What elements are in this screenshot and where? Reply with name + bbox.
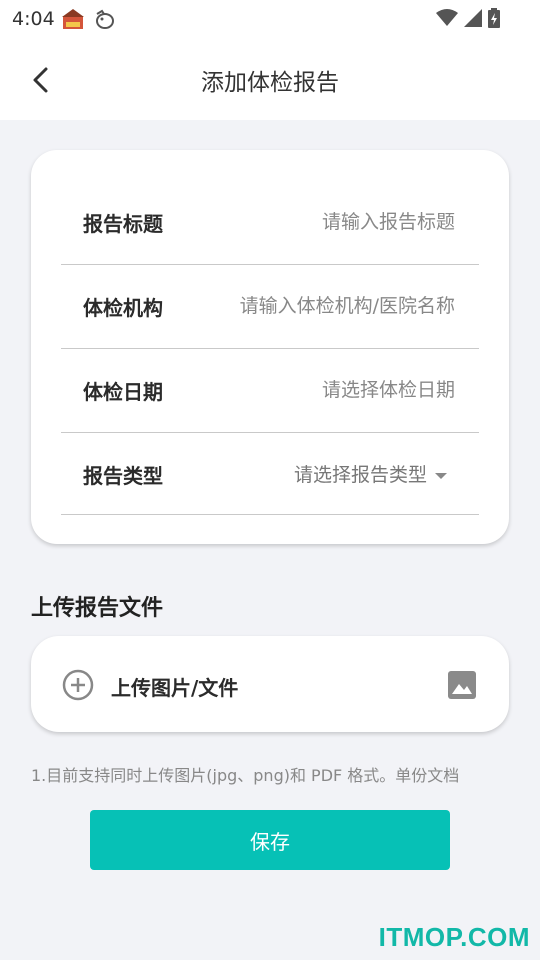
- save-button[interactable]: 保存: [90, 810, 450, 870]
- status-bar: 4:04: [0, 0, 540, 38]
- dropdown-arrow-icon[interactable]: [435, 473, 447, 479]
- exam-date-picker[interactable]: [183, 372, 457, 408]
- report-title-input[interactable]: [183, 204, 457, 240]
- report-type-select[interactable]: 请选择报告类型: [294, 460, 427, 487]
- bird-notification-icon: [94, 8, 116, 30]
- institution-row: 体检机构: [61, 264, 479, 349]
- status-time: 4:04: [12, 8, 55, 30]
- upload-section-title: 上传报告文件: [31, 596, 164, 621]
- image-icon[interactable]: [447, 670, 477, 700]
- wifi-icon: [436, 9, 458, 31]
- institution-input[interactable]: [183, 288, 457, 324]
- signal-icon: [464, 9, 482, 31]
- exam-date-label: 体检日期: [83, 380, 163, 404]
- page-title: 添加体检报告: [201, 70, 339, 96]
- upload-file-button[interactable]: 上传图片/文件: [31, 636, 509, 732]
- app-notification-icon: [62, 8, 84, 30]
- upload-button-label: 上传图片/文件: [111, 676, 239, 700]
- battery-charging-icon: [488, 8, 500, 32]
- app-bar: 添加体检报告: [0, 38, 540, 120]
- add-circle-icon[interactable]: [62, 669, 94, 701]
- watermark-logo: ITMOP.COM: [378, 922, 530, 952]
- report-title-row: 报告标题: [61, 180, 479, 265]
- report-type-row[interactable]: 报告类型 请选择报告类型: [61, 432, 479, 515]
- report-title-label: 报告标题: [83, 212, 163, 236]
- upload-note: 1.目前支持同时上传图片(jpg、png)和 PDF 格式。单份文档: [31, 766, 460, 785]
- exam-date-row[interactable]: 体检日期: [61, 348, 479, 433]
- institution-label: 体检机构: [83, 296, 163, 320]
- report-form-card: 报告标题 体检机构 体检日期 报告类型 请选择报告类型: [31, 150, 509, 544]
- report-type-label: 报告类型: [83, 464, 163, 488]
